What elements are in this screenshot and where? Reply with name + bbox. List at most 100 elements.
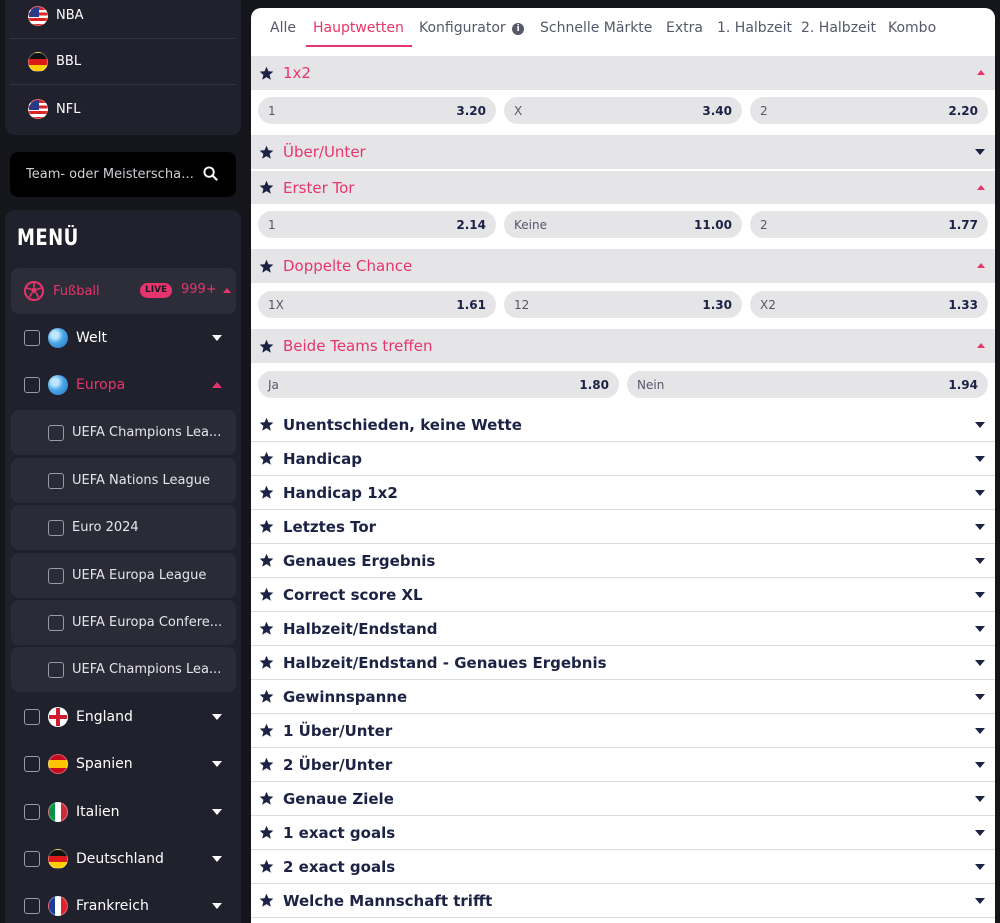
- country-item-england[interactable]: England: [10, 694, 236, 740]
- market-header[interactable]: Handicap: [251, 442, 995, 476]
- tab-schnelle-maerkte[interactable]: Schnelle Märkte: [540, 20, 652, 36]
- league-checkbox[interactable]: [48, 519, 64, 536]
- chevron-down-icon[interactable]: [975, 456, 985, 462]
- star-icon[interactable]: [259, 893, 274, 908]
- market-header-ueber-unter[interactable]: Über/Unter: [251, 135, 995, 169]
- league-checkbox[interactable]: [48, 472, 64, 489]
- market-header[interactable]: Handicap 1x2: [251, 476, 995, 510]
- market-header[interactable]: 2 Über/Unter: [251, 748, 995, 782]
- star-icon[interactable]: [259, 417, 274, 432]
- odds-button[interactable]: Nein 1.94: [627, 371, 988, 398]
- sport-item-fussball[interactable]: Fußball LIVE 999+: [11, 268, 236, 314]
- market-header[interactable]: Genaues Ergebnis: [251, 544, 995, 578]
- chevron-down-icon[interactable]: [975, 660, 985, 666]
- odds-button[interactable]: Keine 11.00: [504, 211, 742, 238]
- star-icon[interactable]: [259, 485, 274, 500]
- tab-kombo[interactable]: Kombo: [888, 20, 936, 36]
- chevron-down-icon[interactable]: [975, 524, 985, 530]
- market-header[interactable]: 1 exact goals: [251, 816, 995, 850]
- country-checkbox[interactable]: [24, 898, 40, 914]
- tab-alle[interactable]: Alle: [270, 20, 296, 36]
- star-icon[interactable]: [259, 621, 274, 636]
- chevron-down-icon[interactable]: [212, 903, 222, 909]
- league-checkbox[interactable]: [48, 661, 64, 678]
- chevron-up-icon[interactable]: [977, 343, 985, 348]
- league-checkbox[interactable]: [48, 567, 64, 584]
- odds-button[interactable]: 1X 1.61: [258, 291, 496, 318]
- top-sport-nba[interactable]: NBA: [10, 0, 236, 39]
- market-header[interactable]: 1 Über/Unter: [251, 714, 995, 748]
- league-checkbox[interactable]: [48, 614, 64, 631]
- star-icon[interactable]: [259, 180, 274, 195]
- odds-button[interactable]: 2 1.77: [750, 211, 988, 238]
- star-icon[interactable]: [259, 259, 274, 274]
- league-item[interactable]: UEFA Europa League: [11, 553, 236, 598]
- star-icon[interactable]: [259, 145, 274, 160]
- chevron-down-icon[interactable]: [975, 694, 985, 700]
- market-header-beide-teams-treffen[interactable]: Beide Teams treffen: [251, 329, 995, 363]
- market-header[interactable]: Gewinnspanne: [251, 680, 995, 714]
- star-icon[interactable]: [259, 825, 274, 840]
- odds-button[interactable]: X 3.40: [504, 97, 742, 124]
- chevron-down-icon[interactable]: [975, 422, 985, 428]
- tab-konfigurator[interactable]: Konfigurator i: [419, 20, 525, 36]
- chevron-up-icon[interactable]: [223, 288, 231, 293]
- chevron-up-icon[interactable]: [977, 185, 985, 190]
- star-icon[interactable]: [259, 689, 274, 704]
- top-sport-nfl[interactable]: NFL: [10, 86, 236, 132]
- market-header[interactable]: 2 exact goals: [251, 850, 995, 884]
- market-header[interactable]: Letztes Tor: [251, 510, 995, 544]
- star-icon[interactable]: [259, 553, 274, 568]
- league-item[interactable]: UEFA Champions Lea...: [11, 410, 236, 455]
- country-checkbox[interactable]: [24, 851, 40, 867]
- market-header[interactable]: Halbzeit/Endstand: [251, 612, 995, 646]
- star-icon[interactable]: [259, 757, 274, 772]
- chevron-up-icon[interactable]: [977, 70, 985, 75]
- star-icon[interactable]: [259, 519, 274, 534]
- market-header-1x2[interactable]: 1x2: [251, 56, 995, 90]
- market-header[interactable]: Correct score XL: [251, 578, 995, 612]
- odds-button[interactable]: X2 1.33: [750, 291, 988, 318]
- region-checkbox[interactable]: [24, 330, 40, 346]
- chevron-down-icon[interactable]: [975, 626, 985, 632]
- star-icon[interactable]: [259, 859, 274, 874]
- league-checkbox[interactable]: [48, 424, 64, 441]
- odds-button[interactable]: Ja 1.80: [258, 371, 619, 398]
- chevron-up-icon[interactable]: [977, 263, 985, 268]
- market-header[interactable]: Unentschieden, keine Wette: [251, 408, 995, 442]
- market-header[interactable]: Halbzeit/Endstand - Genaues Ergebnis: [251, 646, 995, 680]
- star-icon[interactable]: [259, 655, 274, 670]
- chevron-down-icon[interactable]: [975, 898, 985, 904]
- chevron-down-icon[interactable]: [212, 809, 222, 815]
- tab-extra[interactable]: Extra: [666, 20, 703, 36]
- star-icon[interactable]: [259, 451, 274, 466]
- chevron-down-icon[interactable]: [212, 714, 222, 720]
- country-item-frankreich[interactable]: Frankreich: [10, 883, 236, 923]
- chevron-down-icon[interactable]: [975, 490, 985, 496]
- star-icon[interactable]: [259, 587, 274, 602]
- market-header[interactable]: Genaue Ziele: [251, 782, 995, 816]
- country-item-spanien[interactable]: Spanien: [10, 741, 236, 787]
- chevron-down-icon[interactable]: [212, 335, 222, 341]
- odds-button[interactable]: 1 2.14: [258, 211, 496, 238]
- league-item[interactable]: UEFA Champions Lea...: [11, 647, 236, 692]
- country-item-italien[interactable]: Italien: [10, 789, 236, 835]
- chevron-up-icon[interactable]: [212, 382, 222, 388]
- chevron-down-icon[interactable]: [975, 864, 985, 870]
- chevron-down-icon[interactable]: [975, 762, 985, 768]
- chevron-down-icon[interactable]: [975, 149, 985, 155]
- star-icon[interactable]: [259, 339, 274, 354]
- league-item[interactable]: UEFA Nations League: [11, 458, 236, 503]
- top-sport-bbl[interactable]: BBL: [10, 39, 236, 85]
- market-header-doppelte-chance[interactable]: Doppelte Chance: [251, 249, 995, 283]
- odds-button[interactable]: 1 3.20: [258, 97, 496, 124]
- chevron-down-icon[interactable]: [975, 830, 985, 836]
- chevron-down-icon[interactable]: [212, 856, 222, 862]
- league-item[interactable]: Euro 2024: [11, 505, 236, 550]
- chevron-down-icon[interactable]: [975, 728, 985, 734]
- search-input[interactable]: [26, 167, 196, 182]
- star-icon[interactable]: [259, 723, 274, 738]
- tab-2-halbzeit[interactable]: 2. Halbzeit: [801, 20, 876, 36]
- chevron-down-icon[interactable]: [975, 796, 985, 802]
- chevron-down-icon[interactable]: [975, 592, 985, 598]
